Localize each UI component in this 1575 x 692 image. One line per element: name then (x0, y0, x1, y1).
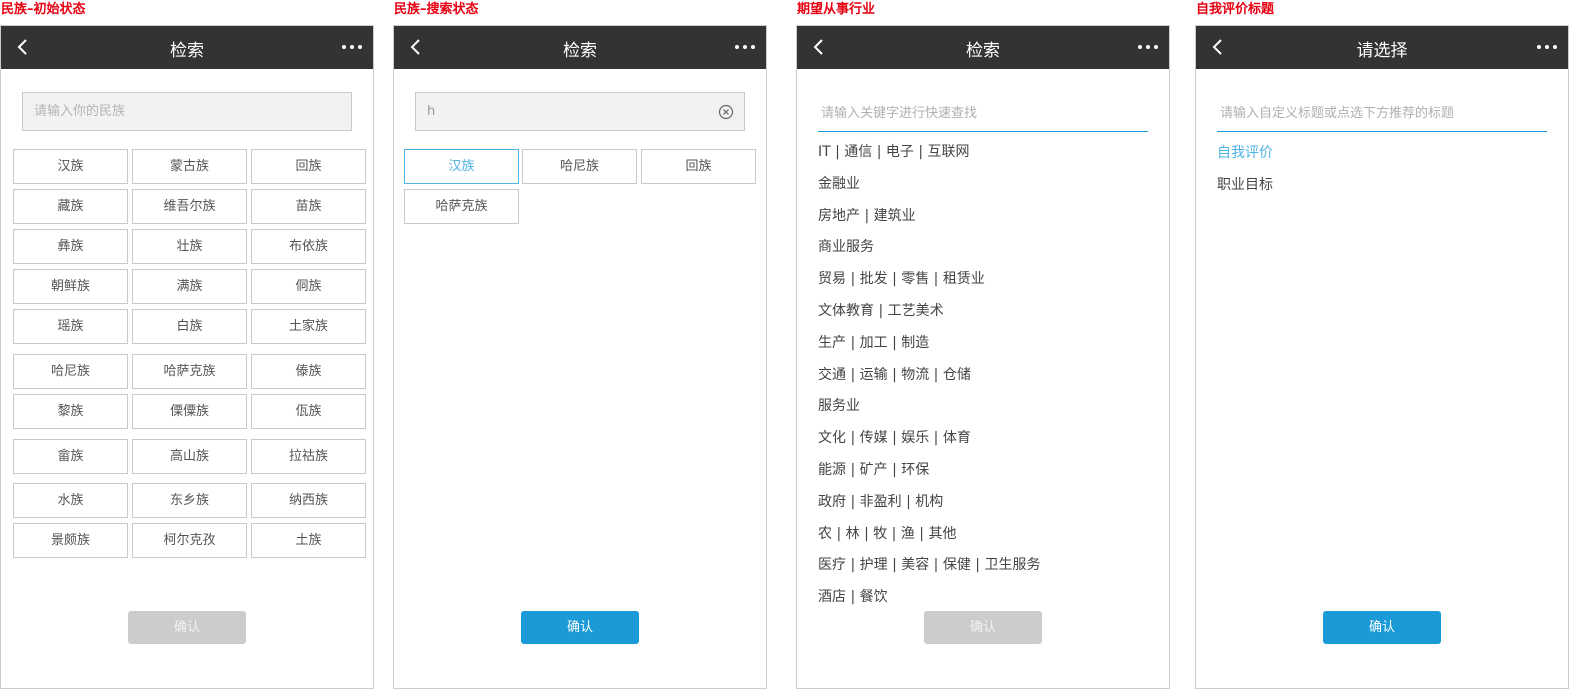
industry-item[interactable]: 房地产 | 建筑业 (818, 206, 916, 226)
ethnicity-option[interactable]: 土族 (251, 523, 366, 558)
ethnicity-option[interactable]: 侗族 (251, 269, 366, 304)
ethnicity-option[interactable]: 高山族 (132, 439, 247, 474)
screen-2-caption: 民族–搜索状态 (394, 2, 479, 17)
ethnicity-option[interactable]: 柯尔克孜 (132, 523, 247, 558)
confirm-button[interactable]: 确认 (521, 611, 639, 644)
ethnicity-option[interactable]: 水族 (13, 483, 128, 518)
ethnicity-option[interactable]: 拉祜族 (251, 439, 366, 474)
ethnicity-option[interactable]: 瑶族 (13, 309, 128, 344)
industry-item[interactable]: 酒店 | 餐饮 (818, 587, 888, 607)
industry-search-input[interactable]: 请输入关键字进行快速查找 (818, 104, 1148, 132)
screen-ethnicity-initial: 检索 请输入你的民族 汉族 蒙古族 回族藏族 维吾尔族 苗族彝族 壮族 布依族朝鲜族 满族 侗族… (0, 25, 374, 689)
ethnicity-option[interactable]: 哈尼族 (13, 354, 128, 389)
ethnicity-option[interactable]: 藏族 (13, 189, 128, 224)
title-option[interactable]: 职业目标 (1217, 175, 1273, 195)
ethnicity-option[interactable]: 黎族 (13, 394, 128, 429)
search-result-option[interactable]: 哈尼族 (522, 149, 637, 184)
industry-item[interactable]: 政府 | 非盈利 | 机构 (818, 492, 943, 512)
more-icon[interactable] (1138, 45, 1158, 51)
navbar: 检索 (797, 26, 1169, 69)
ethnicity-option[interactable]: 纳西族 (251, 483, 366, 518)
ethnicity-option[interactable]: 景颇族 (13, 523, 128, 558)
industry-item[interactable]: IT | 通信 | 电子 | 互联网 (818, 142, 970, 162)
screen-industry: 检索 请输入关键字进行快速查找 IT | 通信 | 电子 | 互联网 金融业房地产… (796, 25, 1170, 689)
confirm-button[interactable]: 确认 (924, 611, 1042, 644)
screen-self-evaluation-title: 请选择 请输入自定义标题或点选下方推荐的标题 自我评价职业目标 确认 (1195, 25, 1569, 689)
ethnicity-option[interactable]: 东乡族 (132, 483, 247, 518)
ethnicity-option[interactable]: 蒙古族 (132, 149, 247, 184)
ethnicity-option[interactable]: 哈萨克族 (132, 354, 247, 389)
screen-1-caption: 民族–初始状态 (1, 2, 86, 17)
navbar: 检索 (1, 26, 373, 69)
ethnicity-option[interactable]: 汉族 (13, 149, 128, 184)
more-icon[interactable] (735, 45, 755, 51)
more-icon[interactable] (1537, 45, 1557, 51)
industry-item[interactable]: 金融业 (818, 174, 860, 194)
ethnicity-option[interactable]: 土家族 (251, 309, 366, 344)
industry-item[interactable]: 贸易 | 批发 | 零售 | 租赁业 (818, 269, 985, 289)
industry-item[interactable]: 交通 | 运输 | 物流 | 仓储 (818, 365, 971, 385)
ethnicity-option[interactable]: 布依族 (251, 229, 366, 264)
title-input[interactable]: 请输入自定义标题或点选下方推荐的标题 (1217, 104, 1547, 132)
confirm-button[interactable]: 确认 (128, 611, 246, 644)
ethnicity-search-input[interactable]: h (415, 92, 745, 131)
industry-item[interactable]: 文化 | 传媒 | 娱乐 | 体育 (818, 428, 971, 448)
ethnicity-search-input[interactable]: 请输入你的民族 (22, 92, 352, 131)
search-input-value: h (427, 104, 436, 119)
industry-item[interactable]: 商业服务 (818, 237, 874, 257)
industry-item[interactable]: 文体教育 | 工艺美术 (818, 301, 944, 321)
ethnicity-option[interactable]: 佤族 (251, 394, 366, 429)
industry-item[interactable]: 服务业 (818, 396, 860, 416)
ethnicity-option[interactable]: 彝族 (13, 229, 128, 264)
search-result-option[interactable]: 哈萨克族 (404, 189, 519, 224)
ethnicity-option[interactable]: 白族 (132, 309, 247, 344)
title-option[interactable]: 自我评价 (1217, 143, 1273, 163)
search-result-option[interactable]: 回族 (641, 149, 756, 184)
navbar: 请选择 (1196, 26, 1568, 69)
industry-item[interactable]: 农 | 林 | 牧 | 渔 | 其他 (818, 524, 956, 544)
ethnicity-option[interactable]: 畲族 (13, 439, 128, 474)
screen-3-caption: 期望从事行业 (797, 2, 876, 17)
ethnicity-option[interactable]: 满族 (132, 269, 247, 304)
ethnicity-option[interactable]: 维吾尔族 (132, 189, 247, 224)
industry-item[interactable]: 能源 | 矿产 | 环保 (818, 460, 929, 480)
ethnicity-option[interactable]: 傈僳族 (132, 394, 247, 429)
clear-icon[interactable] (718, 104, 734, 120)
ethnicity-option[interactable]: 回族 (251, 149, 366, 184)
more-icon[interactable] (342, 45, 362, 51)
screen-ethnicity-search: 检索 h 汉族 哈尼族 回族哈萨克族 确认 (393, 25, 767, 689)
page-title: 检索 (170, 41, 204, 61)
confirm-button[interactable]: 确认 (1323, 611, 1441, 644)
search-result-option[interactable]: 汉族 (404, 149, 519, 184)
page-title: 检索 (966, 41, 1000, 61)
ethnicity-option[interactable]: 苗族 (251, 189, 366, 224)
page-title: 检索 (563, 41, 597, 61)
page-title: 请选择 (1356, 41, 1408, 61)
navbar: 检索 (394, 26, 766, 69)
industry-item[interactable]: 医疗 | 护理 | 美容 | 保健 | 卫生服务 (818, 555, 1040, 575)
ethnicity-option[interactable]: 壮族 (132, 229, 247, 264)
screen-4-caption: 自我评价标题 (1196, 2, 1275, 17)
ethnicity-option[interactable]: 傣族 (251, 354, 366, 389)
ethnicity-option[interactable]: 朝鲜族 (13, 269, 128, 304)
industry-item[interactable]: 生产 | 加工 | 制造 (818, 333, 929, 353)
